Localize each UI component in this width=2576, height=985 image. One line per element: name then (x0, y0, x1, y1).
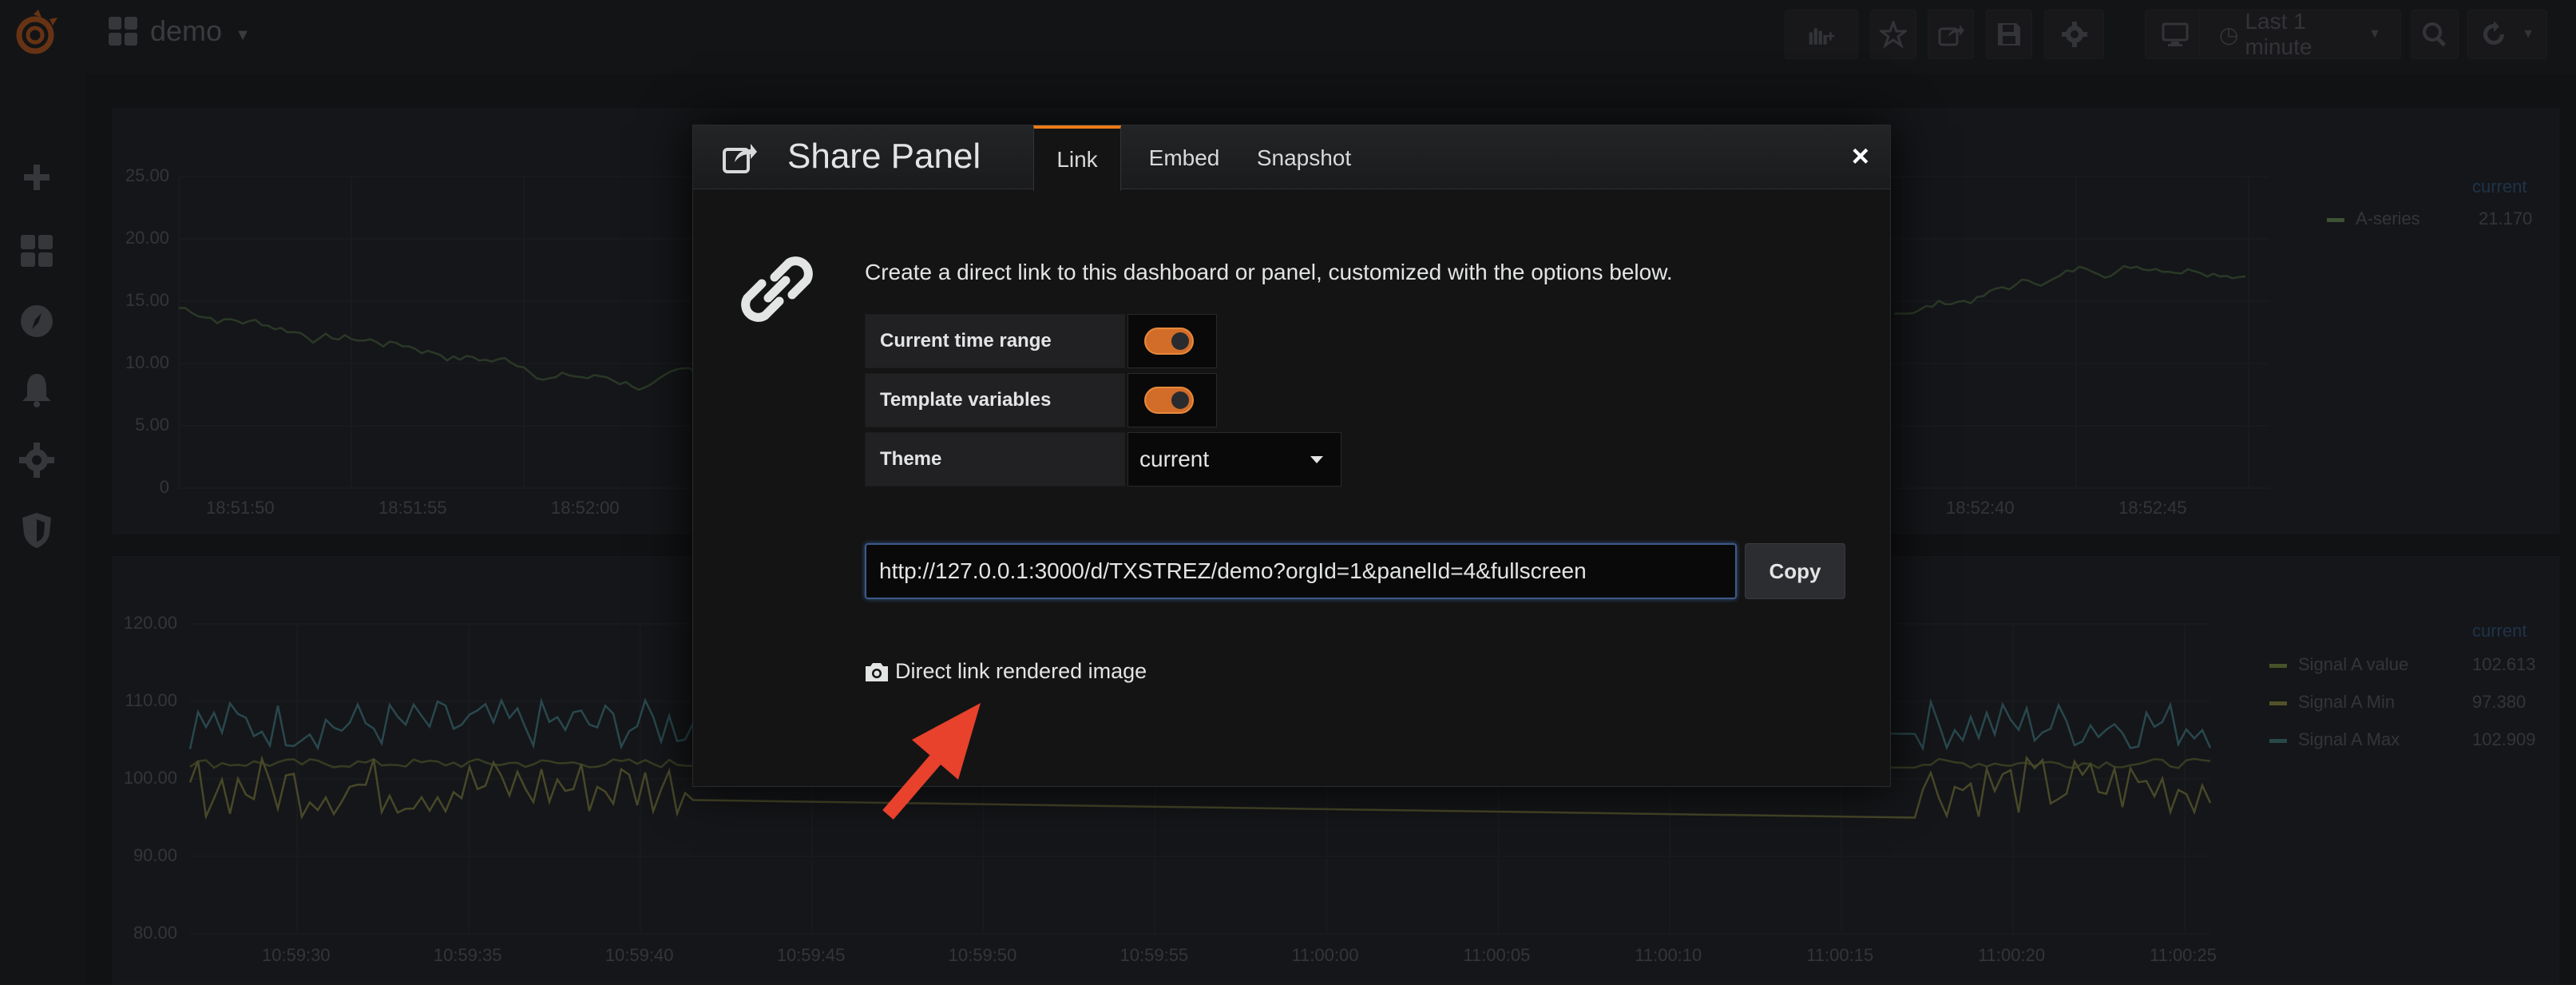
template-variables-switch[interactable] (1127, 373, 1217, 427)
caret-down-icon (1310, 456, 1323, 463)
tab-snapshot[interactable]: Snapshot (1244, 125, 1364, 190)
tab-embed[interactable]: Embed (1132, 125, 1236, 190)
toggle-on-icon[interactable] (1144, 328, 1194, 355)
direct-link-rendered-image-label: Direct link rendered image (895, 659, 1147, 683)
theme-select[interactable]: current (1127, 432, 1342, 487)
annotation-arrow-icon (882, 703, 981, 820)
current-time-range-label: Current time range (865, 314, 1125, 368)
close-button[interactable]: × (1852, 140, 1869, 174)
share-url-input[interactable]: http://127.0.0.1:3000/d/TXSTREZ/demo?org… (865, 543, 1737, 599)
tab-link[interactable]: Link (1033, 125, 1121, 191)
share-panel-modal: Share Panel Link Embed Snapshot × Create… (692, 125, 1891, 787)
modal-header: Share Panel Link Embed Snapshot × (693, 125, 1890, 191)
share-icon (723, 144, 757, 173)
template-variables-label: Template variables (865, 373, 1125, 427)
toggle-on-icon[interactable] (1144, 387, 1194, 414)
camera-icon (866, 662, 888, 681)
theme-label: Theme (865, 432, 1125, 487)
current-time-range-switch[interactable] (1127, 314, 1217, 368)
copy-button[interactable]: Copy (1745, 543, 1845, 599)
theme-select-value: current (1139, 447, 1210, 471)
link-icon (741, 256, 813, 322)
share-intro-text: Create a direct link to this dashboard o… (865, 260, 1673, 284)
modal-title: Share Panel (787, 137, 981, 176)
direct-link-rendered-image[interactable]: Direct link rendered image (865, 659, 1147, 684)
